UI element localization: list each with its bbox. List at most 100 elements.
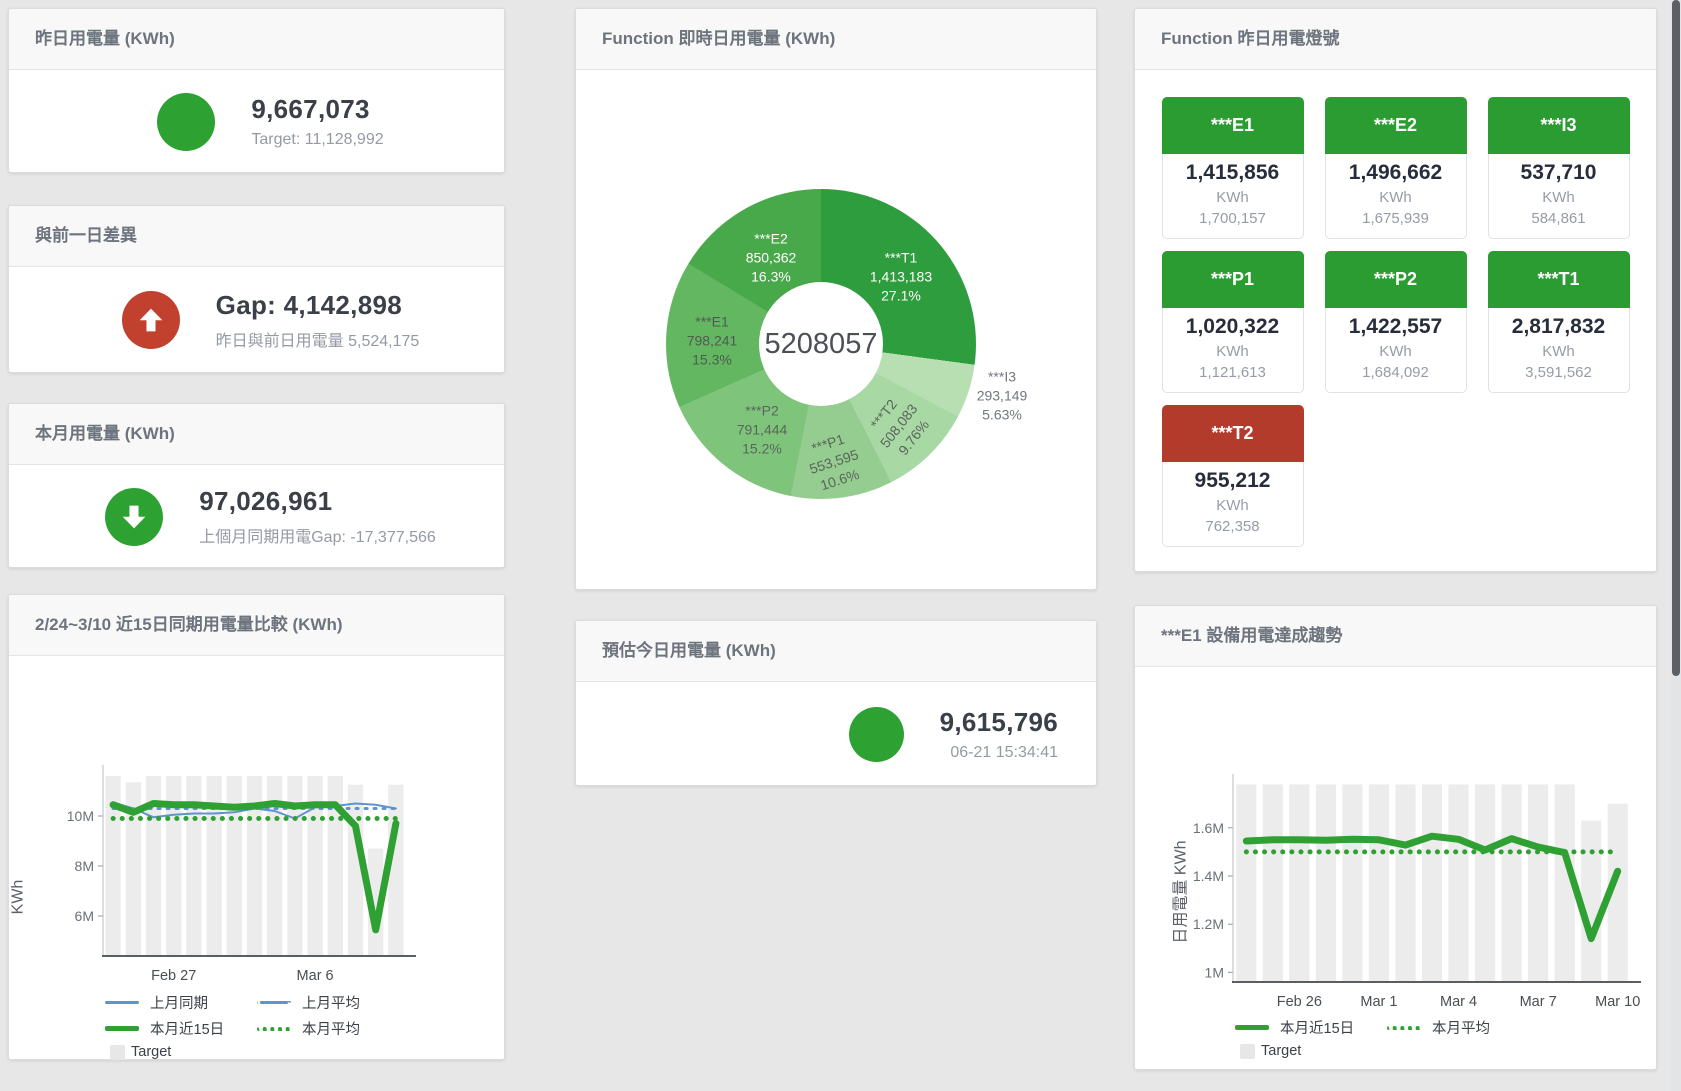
stat-value: 9,615,796 (940, 707, 1058, 738)
legend-label: 本月平均 (1432, 1017, 1490, 1038)
tile-prev-value: 3,591,562 (1489, 364, 1629, 381)
arrow-down-icon (117, 500, 151, 534)
legend-swatch-dotted (257, 1001, 291, 1004)
card-title: 2/24~3/10 近15日同期用電量比較 (KWh) (9, 595, 504, 656)
stat-subtitle: 昨日與前日用電量 5,524,175 (216, 327, 420, 351)
svg-text:1.6M: 1.6M (1193, 820, 1224, 836)
legend-label: Target (1261, 1043, 1301, 1059)
trend-chart-legend: 本月近15日 本月平均 Target (1235, 1017, 1539, 1064)
donut-center: 5208057 (759, 282, 883, 406)
tile-value: 1,422,557 (1326, 315, 1466, 339)
status-lights-card: Function 昨日用電燈號 ***E1 1,415,856 KWh 1,70… (1134, 8, 1657, 572)
legend-swatch-box (1240, 1044, 1255, 1059)
compare-chart: 6M 8M 10M Feb 27 Mar 6 (9, 656, 504, 992)
legend-item[interactable]: Target (1235, 1043, 1387, 1059)
svg-text:1.2M: 1.2M (1193, 916, 1224, 932)
tile-value: 1,415,856 (1163, 161, 1303, 185)
realtime-donut-card: Function 即時日用電量 (KWh) 5208057 ***T11,413… (575, 8, 1097, 590)
stat-value: 97,026,961 (199, 486, 436, 517)
tile-unit: KWh (1489, 189, 1629, 206)
arrow-up-icon (134, 303, 168, 337)
tile-value: 2,817,832 (1489, 315, 1629, 339)
tile-prev-value: 1,121,613 (1163, 364, 1303, 381)
legend-item[interactable]: 本月平均 (1387, 1017, 1539, 1038)
legend-item[interactable]: 本月近15日 (105, 1018, 257, 1039)
donut-label-i3: ***I3293,1495.63% (977, 368, 1028, 425)
day-gap-card: 與前一日差異 Gap: 4,142,898 昨日與前日用電量 5,524,175 (8, 205, 505, 373)
tile-value: 1,496,662 (1326, 161, 1466, 185)
month-usage-card: 本月用電量 (KWh) 97,026,961 上個月同期用電Gap: -17,3… (8, 403, 505, 568)
status-circle (157, 93, 215, 151)
donut-label-e2: ***E2850,36216.3% (746, 230, 797, 287)
card-title: 預估今日用電量 (KWh) (576, 621, 1096, 682)
donut-label-e1: ***E1798,24115.3% (687, 313, 738, 370)
svg-text:Mar 7: Mar 7 (1520, 994, 1557, 1010)
donut-center-total: 5208057 (765, 328, 878, 361)
stat-subtitle: 上個月同期用電Gap: -17,377,566 (199, 523, 436, 547)
legend-label: 上月同期 (150, 992, 208, 1013)
card-title: Function 昨日用電燈號 (1135, 9, 1656, 70)
tile-t2: ***T2 955,212 KWh 762,358 (1162, 405, 1304, 547)
legend-item[interactable]: 本月近15日 (1235, 1017, 1387, 1038)
svg-text:10M: 10M (67, 808, 94, 824)
tile-unit: KWh (1326, 189, 1466, 206)
tile-unit: KWh (1163, 343, 1303, 360)
donut-label-p2: ***P2791,44415.2% (737, 402, 788, 459)
tile-value: 537,710 (1489, 161, 1629, 185)
tile-prev-value: 1,700,157 (1163, 210, 1303, 227)
tile-header: ***P2 (1325, 251, 1467, 308)
svg-text:8M: 8M (75, 858, 94, 874)
status-tiles-grid: ***E1 1,415,856 KWh 1,700,157 ***E2 1,49… (1135, 70, 1656, 547)
stat-subtitle: Target: 11,128,992 (251, 131, 383, 149)
power-dashboard: 昨日用電量 (KWh) 9,667,073 Target: 11,128,992… (0, 0, 1681, 1091)
svg-text:6M: 6M (75, 908, 94, 924)
stat-timestamp: 06-21 15:34:41 (940, 744, 1058, 762)
legend-label: 本月平均 (302, 1018, 360, 1039)
legend-item[interactable]: 上月平均 (257, 992, 409, 1013)
e1-trend-card: ***E1 設備用電達成趨勢 日用電量 KWh 1M1.2M1.4M1.6MFe… (1134, 605, 1657, 1070)
legend-label: 本月近15日 (150, 1018, 224, 1039)
status-circle (849, 707, 904, 762)
tile-unit: KWh (1163, 189, 1303, 206)
card-title: 本月用電量 (KWh) (9, 404, 504, 465)
stat-value: Gap: 4,142,898 (216, 290, 420, 321)
tile-t1: ***T1 2,817,832 KWh 3,591,562 (1488, 251, 1630, 393)
legend-item[interactable]: 本月平均 (257, 1018, 409, 1039)
card-title: Function 即時日用電量 (KWh) (576, 9, 1096, 70)
legend-swatch-box (110, 1045, 125, 1060)
tile-i3: ***I3 537,710 KWh 584,861 (1488, 97, 1630, 239)
svg-text:Mar 6: Mar 6 (297, 968, 334, 984)
tile-p2: ***P2 1,422,557 KWh 1,684,092 (1325, 251, 1467, 393)
svg-text:1M: 1M (1205, 964, 1224, 980)
compare-chart-card: 2/24~3/10 近15日同期用電量比較 (KWh) KWh 6M8M10MF… (8, 594, 505, 1060)
tile-p1: ***P1 1,020,322 KWh 1,121,613 (1162, 251, 1304, 393)
tile-value: 1,020,322 (1163, 315, 1303, 339)
tile-header: ***T1 (1488, 251, 1630, 308)
legend-item[interactable]: Target (105, 1044, 257, 1060)
svg-text:Mar 10: Mar 10 (1595, 994, 1640, 1010)
tile-unit: KWh (1163, 497, 1303, 514)
tile-prev-value: 584,861 (1489, 210, 1629, 227)
tile-header: ***E1 (1162, 97, 1304, 154)
tile-prev-value: 1,675,939 (1326, 210, 1466, 227)
svg-text:Mar 1: Mar 1 (1360, 994, 1397, 1010)
tile-value: 955,212 (1163, 469, 1303, 493)
scrollbar-thumb[interactable] (1672, 0, 1680, 676)
tile-header: ***T2 (1162, 405, 1304, 462)
status-circle (105, 488, 163, 546)
legend-item[interactable]: 上月同期 (105, 992, 257, 1013)
status-circle (122, 291, 180, 349)
compare-chart-legend: 上月同期 上月平均 本月近15日 本月平均 (105, 992, 409, 1065)
legend-swatch-dotted-thick (1387, 1026, 1421, 1030)
svg-text:Feb 26: Feb 26 (1277, 994, 1322, 1010)
tile-e1: ***E1 1,415,856 KWh 1,700,157 (1162, 97, 1304, 239)
tile-prev-value: 762,358 (1163, 518, 1303, 535)
scrollbar[interactable] (1671, 0, 1681, 1091)
tile-header: ***E2 (1325, 97, 1467, 154)
legend-swatch-thick-line (1235, 1025, 1269, 1030)
legend-label: 上月平均 (302, 992, 360, 1013)
estimate-today-card: 預估今日用電量 (KWh) 9,615,796 06-21 15:34:41 (575, 620, 1097, 786)
stat-value: 9,667,073 (251, 94, 383, 125)
legend-swatch-dotted-thick (257, 1027, 291, 1031)
svg-text:Feb 27: Feb 27 (151, 968, 196, 984)
